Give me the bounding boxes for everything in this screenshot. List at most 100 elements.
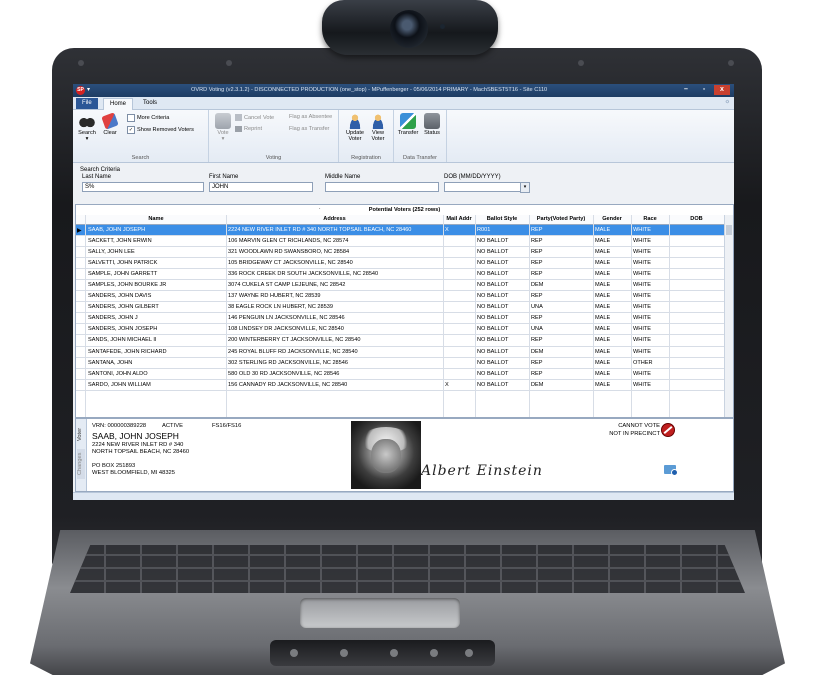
tab-home[interactable]: Home [103,98,134,110]
checkbox-icon[interactable] [127,114,135,122]
help-icon[interactable]: ☼ [725,99,731,105]
table-cell: REP [531,260,543,267]
maximize-button[interactable]: ▫ [696,85,712,95]
column-divider [669,215,670,417]
table-cell: SALLY, JOHN LEE [88,249,135,256]
reprint-button[interactable]: Reprint [235,126,262,132]
vote-button[interactable]: Vote ▾ [212,113,234,142]
voter-card-icon[interactable] [664,465,678,476]
table-cell: SANTANA, JOHN [88,359,133,366]
dob-field[interactable] [444,182,521,192]
first-name-label: First Name [209,174,239,180]
flag-absentee-button[interactable]: Flag as Absentee [289,114,332,120]
quick-access-toolbar[interactable]: ▾ [87,86,90,93]
clear-button[interactable]: Clear [99,112,121,136]
table-cell: 245 ROYAL BLUFF RD JACKSONVILLE, NC 2854… [228,348,358,355]
column-header-address[interactable]: Address [226,216,443,222]
scrollbar-thumb[interactable] [726,225,732,235]
table-row[interactable]: SANDERS, JOHN DAVIS 137 WAYNE RD HUBERT, … [76,291,724,303]
table-cell: 108 LINDSEY DR JACKSONVILLE, NC 28540 [228,326,344,333]
table-cell: WHITE [633,238,652,245]
app-window: SP ▾ OVRD Voting (v2.3.1.2) - DISCONNECT… [73,84,734,500]
minimize-button[interactable]: – [678,85,694,95]
tab-file[interactable]: File [76,98,98,109]
middle-name-field[interactable] [325,182,439,192]
table-row[interactable]: SANTANA, JOHN 302 STERLING RD JACKSONVILL… [76,358,724,369]
table-cell: DEM [531,348,544,355]
table-cell: SANDERS, JOHN JOSEPH [88,326,158,333]
table-row[interactable]: SALVETTI, JOHN PATRICK 105 BRIDGEWAY CT J… [76,258,724,270]
column-header-race[interactable]: Race [631,216,669,222]
screw [78,60,84,66]
table-row[interactable]: SARDO, JOHN WILLIAM 156 CANNADY RD JACKSO… [76,380,724,391]
table-row[interactable]: SANTONI, JOHN ALDO 580 OLD 30 RD JACKSONV… [76,369,724,380]
show-removed-voters-checkbox[interactable]: ✓ Show Removed Voters [127,126,194,134]
first-name-field[interactable]: JOHN [209,182,313,192]
table-row[interactable]: SACKETT, JOHN ERWIN 106 MARVIN GLEN CT RI… [76,236,724,248]
table-cell: WHITE [633,348,652,355]
update-voter-button[interactable]: Update Voter [343,113,367,142]
table-cell: NO BALLOT [477,293,509,300]
table-cell: NO BALLOT [477,238,509,245]
table-cell: 200 WINTERBERRY CT JACKSONVILLE, NC 2854… [228,337,361,344]
column-header-gender[interactable]: Gender [593,216,631,222]
ribbon-group-search: Search ▾ Clear More Criteria ✓ Show Remo… [73,110,209,162]
table-cell: UNA [531,304,543,311]
table-row[interactable]: SANDS, JOHN MICHAEL II 200 WINTERBERRY CT… [76,335,724,347]
table-cell: WHITE [633,337,652,344]
table-cell: X [445,227,449,233]
table-row[interactable]: SAMPLES, JOHN BOURKE JR 3074 CUKELA ST CA… [76,280,724,292]
grid-header: Name Address Mail Addr Ballot Style Part… [76,215,724,225]
cancel-vote-button[interactable]: Cancel Vote [235,114,274,121]
search-button[interactable]: Search ▾ [76,113,98,142]
table-cell: REP [531,370,543,377]
table-row[interactable]: SAMPLE, JOHN GARRETT 336 ROCK CREEK DR SO… [76,269,724,281]
grid-vertical-scrollbar[interactable] [724,215,733,417]
tab-tools[interactable]: Tools [137,98,163,109]
table-cell: X [445,381,449,388]
tab-changes[interactable]: Changes [77,449,85,479]
ribbon-group-label: Voting [265,155,282,161]
binoculars-icon [79,113,95,129]
table-cell: SANDS, JOHN MICHAEL II [88,337,157,344]
column-header-name[interactable]: Name [86,216,226,222]
last-name-field[interactable]: S% [82,182,204,192]
status-button[interactable]: Status [421,113,443,136]
column-header-ballot-style[interactable]: Ballot Style [475,216,529,222]
residential-address-line1: 2224 NEW RIVER INLET RD # 340 [92,442,184,448]
column-header-mail-addr[interactable]: Mail Addr [443,216,475,222]
table-cell: NO BALLOT [477,249,509,256]
more-criteria-checkbox[interactable]: More Criteria [127,114,169,122]
table-cell: MALE [595,348,611,355]
table-row[interactable]: SANDERS, JOHN JOSEPH 108 LINDSEY DR JACKS… [76,324,724,336]
mailing-address-line1: PO BOX 251893 [92,463,136,469]
table-cell: NO BALLOT [477,282,509,289]
table-row[interactable]: SANTAFEDE, JOHN RICHARD 245 ROYAL BLUFF R… [76,347,724,358]
transfer-button[interactable]: Transfer [397,113,419,136]
column-header-dob[interactable]: DOB [669,216,724,222]
column-header-party[interactable]: Party(Voted Party) [529,216,593,222]
view-voter-button[interactable]: View Voter [367,113,389,142]
table-row[interactable]: SANDERS, JOHN GILBERT 38 EAGLE ROCK LN HU… [76,302,724,314]
column-divider [226,215,227,417]
table-cell: REP [531,293,543,300]
table-row[interactable]: SALLY, JOHN LEE 321 WOODLAWN RD SWANSBORO… [76,247,724,259]
flag-transfer-button[interactable]: Flag as Transfer [289,126,329,132]
table-cell: WHITE [633,315,652,322]
ballot-box-icon [215,113,231,129]
tab-voter[interactable]: Voter [77,421,85,447]
grid-dot: . [319,205,321,211]
table-row[interactable]: ▶ SAAB, JOHN JOSEPH 2224 NEW RIVER INLET R… [76,225,724,237]
cancel-vote-icon [235,114,242,121]
close-button[interactable]: x [714,85,730,95]
ribbon-tabs: File Home Tools ☼ [73,97,734,110]
search-dropdown-arrow[interactable]: ▾ [76,136,98,142]
dob-dropdown-button[interactable]: ▾ [520,182,530,193]
table-cell: MALE [595,227,611,233]
voter-status: ACTIVE [162,423,183,429]
checkbox-checked-icon[interactable]: ✓ [127,126,135,134]
computers-status-icon [424,113,440,129]
table-cell: SANTONI, JOHN ALDO [88,370,148,377]
app-icon: SP [76,86,85,95]
table-row[interactable]: SANDERS, JOHN J 146 PENGUIN LN JACKSONVIL… [76,313,724,325]
